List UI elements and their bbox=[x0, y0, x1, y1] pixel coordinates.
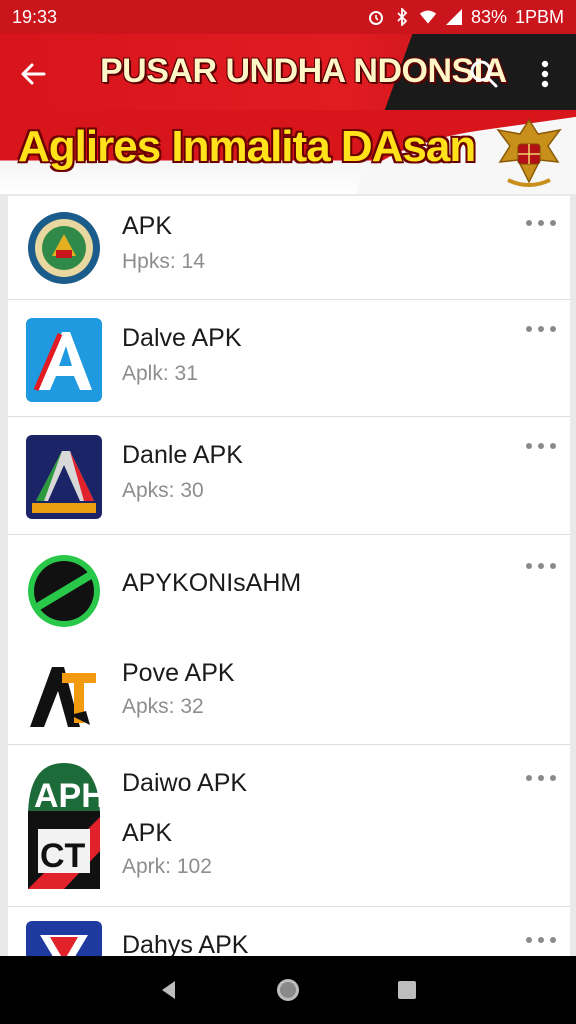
item-more-button[interactable] bbox=[526, 439, 556, 453]
more-vert-icon bbox=[541, 60, 549, 88]
blue-a-icon bbox=[26, 318, 102, 402]
item-title: Pove APK bbox=[122, 659, 235, 687]
app-bar: PUSAR UNDHA NDONSIA bbox=[0, 34, 576, 110]
garuda-emblem-icon bbox=[488, 112, 570, 194]
bluetooth-icon bbox=[393, 8, 411, 26]
status-bar: 19:33 83% 1PBM bbox=[0, 0, 576, 34]
nav-back-button[interactable] bbox=[152, 973, 186, 1007]
list-item[interactable]: APK Hpks: 14 bbox=[8, 196, 570, 300]
nav-home-button[interactable] bbox=[271, 973, 305, 1007]
svg-text:APH: APH bbox=[34, 777, 102, 815]
item-subtitle: Hpks: 14 bbox=[122, 250, 205, 273]
item-title: Daiwo APK bbox=[122, 769, 248, 797]
item-more-button[interactable] bbox=[526, 216, 556, 230]
svg-text:CT: CT bbox=[40, 837, 86, 875]
search-icon bbox=[470, 60, 498, 88]
app-title: PUSAR UNDHA NDONSIA bbox=[100, 52, 507, 90]
wifi-icon bbox=[419, 8, 437, 26]
item-subtitle: Apks: 30 bbox=[122, 479, 204, 502]
item-title: Danle APK bbox=[122, 441, 243, 469]
status-time: 19:33 bbox=[12, 6, 58, 27]
list-item[interactable]: Dalve APK Aplk: 31 bbox=[8, 300, 570, 417]
signal-icon bbox=[445, 8, 463, 26]
recents-square-icon bbox=[397, 981, 416, 999]
alarm-icon bbox=[367, 8, 385, 26]
more-options-button[interactable] bbox=[528, 54, 562, 94]
status-right-text: 1PBM bbox=[514, 6, 564, 27]
green-ap-icon: APH bbox=[26, 759, 106, 817]
status-icons: 83% 1PBM bbox=[367, 7, 564, 28]
item-title: APK bbox=[122, 819, 173, 847]
banner-text: Aglires Inmalita DAsan bbox=[18, 122, 476, 171]
item-subtitle: Aprk: 102 bbox=[122, 855, 212, 878]
back-button[interactable] bbox=[14, 54, 54, 94]
navy-a-icon bbox=[26, 435, 102, 519]
battery-percent: 83% bbox=[470, 6, 507, 27]
list-item[interactable]: APH Daiwo APK CT APK Aprk: 102 bbox=[8, 745, 570, 907]
at-logo-icon bbox=[26, 655, 102, 731]
banner: Aglires Inmalita DAsan bbox=[0, 110, 576, 194]
round-badge-icon bbox=[26, 210, 102, 286]
blue-v-icon bbox=[26, 921, 102, 956]
list-item[interactable]: Danle APK Apks: 30 bbox=[8, 417, 570, 535]
item-more-button[interactable] bbox=[526, 322, 556, 336]
navigation-bar bbox=[0, 956, 576, 1024]
back-arrow-icon bbox=[21, 63, 46, 85]
nav-recents-button[interactable] bbox=[390, 973, 424, 1007]
green-circle-icon bbox=[26, 553, 102, 629]
search-button[interactable] bbox=[464, 54, 504, 94]
item-title: Dahys APK bbox=[122, 931, 249, 956]
back-triangle-icon bbox=[162, 981, 176, 999]
item-more-button[interactable] bbox=[526, 559, 556, 573]
item-title: APYKONIsAHM bbox=[122, 569, 302, 597]
list-item[interactable]: APYKONIsAHM Pove APK Apks: 32 bbox=[8, 535, 570, 745]
item-more-button[interactable] bbox=[526, 771, 556, 785]
list-item[interactable]: Dahys APK bbox=[8, 907, 570, 956]
item-subtitle: Aplk: 31 bbox=[122, 362, 198, 385]
item-title: APK bbox=[122, 212, 173, 240]
apk-list: APK Hpks: 14 Dalve APK Aplk: 31 Danle AP… bbox=[8, 196, 570, 956]
item-subtitle: Apks: 32 bbox=[122, 695, 204, 718]
item-more-button[interactable] bbox=[526, 933, 556, 947]
item-title: Dalve APK bbox=[122, 324, 242, 352]
red-ct-icon: CT bbox=[26, 811, 102, 889]
home-circle-icon bbox=[276, 979, 299, 1001]
